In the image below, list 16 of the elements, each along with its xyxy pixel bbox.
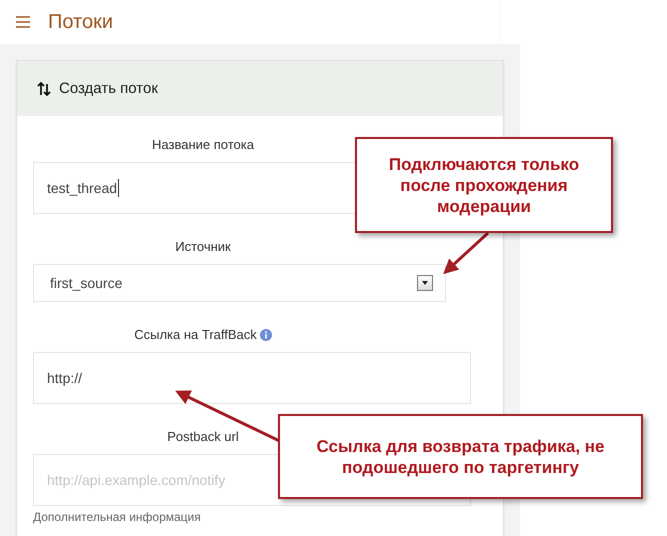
info-icon[interactable] [260,328,272,340]
text-field[interactable]: http:// [33,352,471,404]
annotation-tooltip: Ссылка для возврата трафика, не подошедшего по таргетингу [278,414,643,499]
field-label: Источник [175,239,231,254]
page-title: Потоки [48,10,114,34]
field-label: Название потока [152,137,254,152]
source-select[interactable]: first_source [33,264,446,302]
field-label: Ссылка на TraffBack [134,327,257,342]
annotation-arrow [443,232,490,274]
menu-icon[interactable] [16,16,30,28]
swap-arrows-icon [37,80,51,96]
help-text: Дополнительная информация [33,510,202,524]
card-title: Создать поток [59,80,158,97]
annotation-tooltip: Подключаются только после прохождения модерации [355,137,613,233]
dropdown-icon[interactable] [417,275,433,291]
field-label: Postback url [167,429,239,444]
